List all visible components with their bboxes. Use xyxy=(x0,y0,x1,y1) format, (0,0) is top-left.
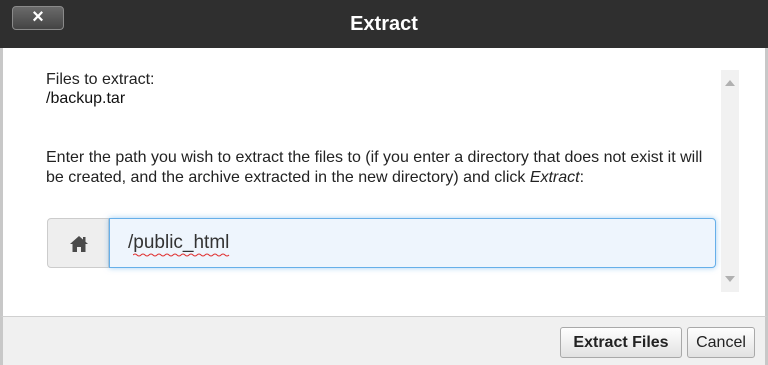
file-path: /backup.tar xyxy=(46,90,126,107)
spellcheck-underline xyxy=(133,253,230,257)
vertical-scrollbar[interactable] xyxy=(721,70,739,292)
files-section: Files to extract: /backup.tar xyxy=(46,70,716,108)
instructions-prefix: Enter the path you wish to extract the f… xyxy=(46,149,703,186)
files-to-extract-label: Files to extract: xyxy=(46,71,155,88)
extract-path-input[interactable] xyxy=(109,218,716,268)
dialog-title: Extract xyxy=(350,13,418,35)
dialog-footer: Extract Files Cancel xyxy=(0,316,768,365)
path-input-group xyxy=(47,218,717,268)
extract-files-button[interactable]: Extract Files xyxy=(560,327,682,358)
dialog-titlebar: × Extract xyxy=(0,0,768,49)
instructions-action: Extract xyxy=(529,169,580,186)
cancel-button[interactable]: Cancel xyxy=(687,327,755,358)
instructions-suffix: : xyxy=(579,169,585,186)
instructions-text: Enter the path you wish to extract the f… xyxy=(46,148,716,188)
scroll-up-arrow-icon[interactable] xyxy=(725,80,735,86)
home-addon xyxy=(47,218,109,268)
home-icon xyxy=(70,236,88,252)
extract-dialog: × Extract Files to extract: /backup.tar … xyxy=(0,0,768,365)
dialog-body: Files to extract: /backup.tar Enter the … xyxy=(0,48,768,316)
scroll-down-arrow-icon[interactable] xyxy=(725,276,735,282)
